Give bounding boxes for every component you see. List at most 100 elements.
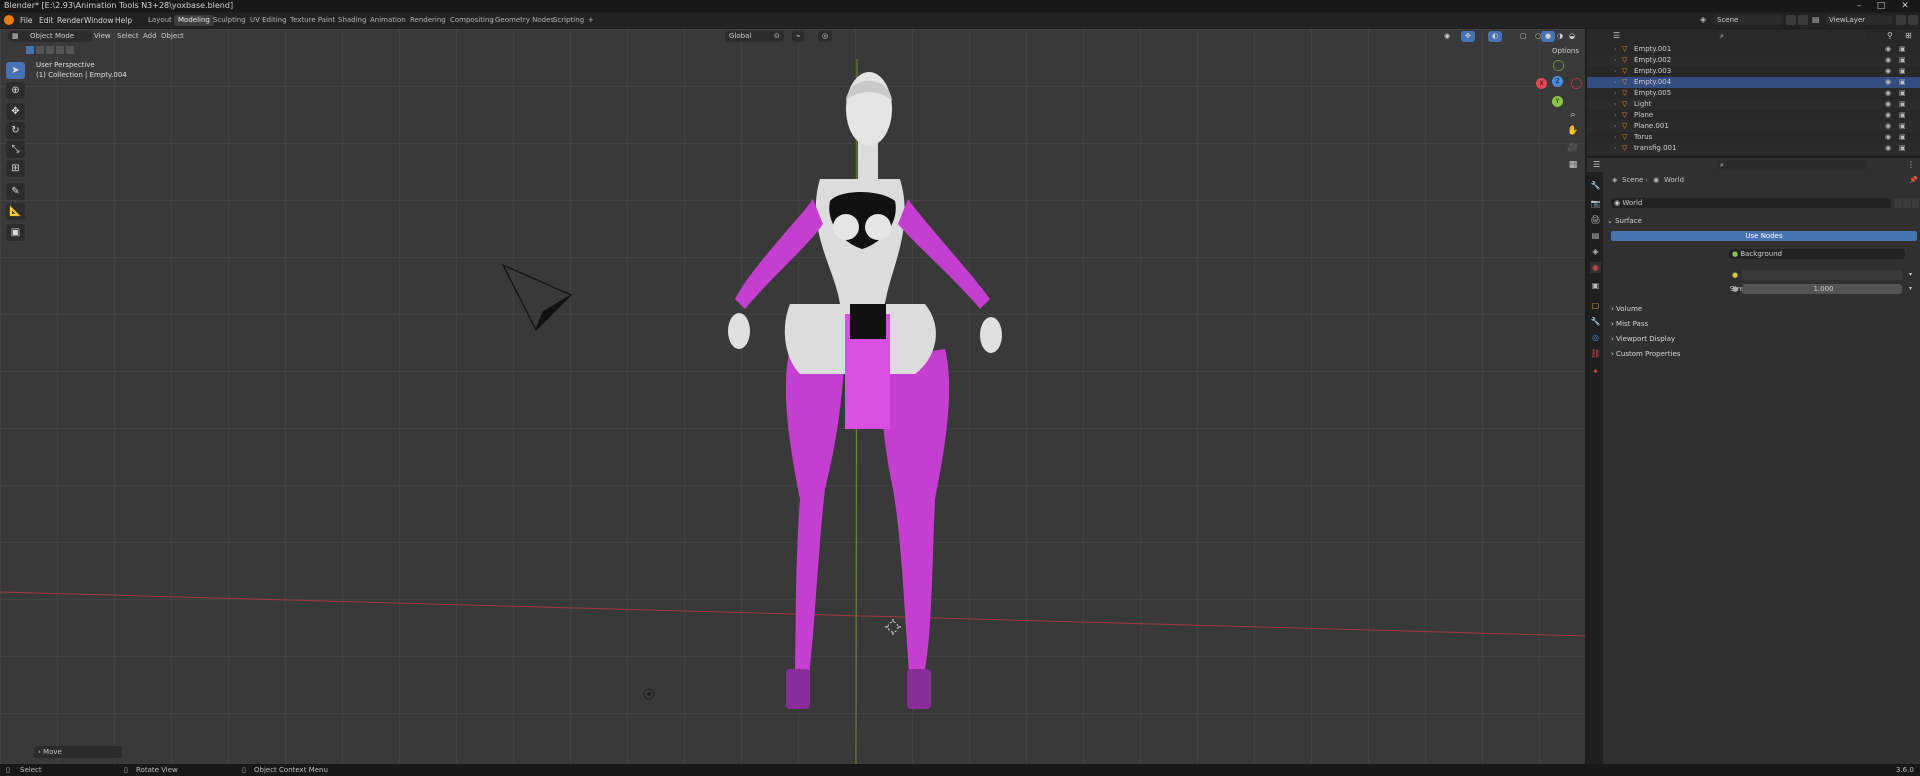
transform-orientation-selector[interactable]: Global bbox=[725, 31, 773, 42]
outliner-row[interactable]: › ▽ Empty.003 ◉ ▣ bbox=[1587, 66, 1920, 77]
menu-object[interactable]: Object bbox=[157, 31, 188, 42]
proportional-editing-icon[interactable]: ◎ bbox=[818, 31, 833, 42]
physics-tab-icon[interactable]: ◎ bbox=[1590, 332, 1601, 343]
data-tab-icon[interactable]: ✦ bbox=[1590, 366, 1601, 377]
scene-selector[interactable]: Scene bbox=[1714, 15, 1782, 25]
outliner-row[interactable]: › ▽ Empty.005 ◉ ▣ bbox=[1587, 88, 1920, 99]
outliner-item-name[interactable]: Empty.004 bbox=[1634, 77, 1671, 88]
gizmo-neg-y-axis[interactable] bbox=[1553, 60, 1564, 71]
render-camera-icon[interactable]: ▣ bbox=[1899, 55, 1906, 66]
render-camera-icon[interactable]: ▣ bbox=[1899, 44, 1906, 55]
expand-arrow-icon[interactable]: › bbox=[1614, 121, 1616, 132]
cursor-tool[interactable]: ⊕ bbox=[6, 82, 25, 99]
select-box-tool[interactable]: ➤ bbox=[6, 62, 25, 79]
outliner-row[interactable]: › ▽ transfig.001 ◉ ▣ bbox=[1587, 143, 1920, 154]
outliner-item-name[interactable]: Plane.001 bbox=[1634, 121, 1669, 132]
menu-edit[interactable]: Edit bbox=[39, 15, 54, 26]
xray-toggle-icon[interactable]: ▢ bbox=[1516, 31, 1531, 42]
gizmo-y-axis[interactable]: Y bbox=[1552, 96, 1563, 107]
outliner-row[interactable]: › ▽ Plane.001 ◉ ▣ bbox=[1587, 121, 1920, 132]
minimize-button[interactable]: – bbox=[1852, 0, 1866, 12]
close-button[interactable]: ✕ bbox=[1898, 0, 1912, 12]
measure-tool[interactable]: 📐 bbox=[6, 203, 25, 220]
menu-help[interactable]: Help bbox=[115, 15, 132, 26]
add-cube-tool[interactable]: ▣ bbox=[6, 224, 25, 241]
viewport-display-panel-header[interactable]: › Viewport Display bbox=[1611, 333, 1917, 345]
render-camera-icon[interactable]: ▣ bbox=[1899, 99, 1906, 110]
render-camera-icon[interactable]: ▣ bbox=[1899, 110, 1906, 121]
strength-field[interactable]: 1.000 bbox=[1742, 284, 1902, 294]
outliner-item-name[interactable]: Plane bbox=[1634, 110, 1653, 121]
visibility-icon[interactable]: ◉ bbox=[1440, 31, 1454, 42]
annotate-tool[interactable]: ✎ bbox=[6, 183, 25, 200]
use-nodes-button[interactable]: Use Nodes bbox=[1611, 231, 1917, 241]
volume-panel-header[interactable]: › Volume bbox=[1611, 303, 1917, 315]
outliner-item-name[interactable]: Empty.001 bbox=[1634, 44, 1671, 55]
blender-logo-icon[interactable] bbox=[4, 15, 14, 25]
visibility-eye-icon[interactable]: ◉ bbox=[1885, 132, 1891, 143]
outliner-item-name[interactable]: Empty.002 bbox=[1634, 55, 1671, 66]
visibility-eye-icon[interactable]: ◉ bbox=[1885, 121, 1891, 132]
breadcrumb-world[interactable]: World bbox=[1664, 176, 1684, 184]
render-camera-icon[interactable]: ▣ bbox=[1899, 88, 1906, 99]
outliner-row[interactable]: › ▽ Empty.001 ◉ ▣ bbox=[1587, 44, 1920, 55]
view-layer-icon[interactable]: ▤ bbox=[1812, 15, 1820, 24]
outliner-row[interactable]: › ▽ Empty.002 ◉ ▣ bbox=[1587, 55, 1920, 66]
output-tab-icon[interactable]: 🖨 bbox=[1590, 214, 1601, 225]
mode-selector[interactable]: Object Mode bbox=[26, 31, 92, 42]
rotate-tool[interactable]: ↻ bbox=[6, 122, 25, 139]
expand-arrow-icon[interactable]: › bbox=[1614, 66, 1616, 77]
view-layer-tab-icon[interactable]: ▤ bbox=[1590, 230, 1601, 241]
ortho-toggle-icon[interactable]: ▦ bbox=[1566, 158, 1580, 172]
render-camera-icon[interactable]: ▣ bbox=[1899, 77, 1906, 88]
last-operator-panel[interactable]: › Move bbox=[34, 746, 122, 758]
outliner-editor-icon[interactable]: ☰ bbox=[1613, 31, 1621, 40]
gizmo-toggle-icon[interactable]: ✥ bbox=[1461, 31, 1475, 42]
gizmo-neg-x-axis[interactable] bbox=[1571, 78, 1582, 89]
visibility-eye-icon[interactable]: ◉ bbox=[1885, 99, 1891, 110]
snap-icon[interactable]: ⌁ bbox=[792, 31, 805, 42]
color-swatch[interactable] bbox=[1742, 270, 1902, 280]
outliner-item-name[interactable]: Torus bbox=[1634, 132, 1652, 143]
workspace-tab-modeling[interactable]: Modeling bbox=[174, 15, 214, 26]
new-scene-icon[interactable] bbox=[1786, 15, 1796, 25]
surface-panel-header[interactable]: ⌄ Surface bbox=[1607, 215, 1917, 227]
surface-shader-field[interactable]: ● Background bbox=[1729, 249, 1905, 259]
rendered-shading-icon[interactable]: ◒ bbox=[1565, 31, 1579, 42]
select-mode-intersect-icon[interactable] bbox=[66, 46, 74, 54]
visibility-eye-icon[interactable]: ◉ bbox=[1885, 88, 1891, 99]
render-camera-icon[interactable]: ▣ bbox=[1899, 66, 1906, 77]
outliner-item-name[interactable]: Empty.003 bbox=[1634, 66, 1671, 77]
world-datablock-field[interactable]: ◉ World bbox=[1611, 198, 1891, 208]
transform-tool[interactable]: ⊞ bbox=[6, 160, 25, 177]
menu-render[interactable]: Render bbox=[57, 15, 84, 26]
workspace-tab-shading[interactable]: Shading bbox=[334, 15, 370, 26]
outliner-item-name[interactable]: Empty.005 bbox=[1634, 88, 1671, 99]
properties-search-input[interactable]: ⌕ bbox=[1717, 160, 1867, 170]
expand-arrow-icon[interactable]: › bbox=[1614, 99, 1616, 110]
expand-arrow-icon[interactable]: › bbox=[1614, 143, 1616, 154]
new-view-layer-icon[interactable] bbox=[1896, 15, 1906, 25]
expand-arrow-icon[interactable]: › bbox=[1614, 110, 1616, 121]
menu-window[interactable]: Window bbox=[84, 15, 114, 26]
outliner-row[interactable]: › ▽ Torus ◉ ▣ bbox=[1587, 132, 1920, 143]
workspace-tab-rendering[interactable]: Rendering bbox=[406, 15, 450, 26]
visibility-eye-icon[interactable]: ◉ bbox=[1885, 44, 1891, 55]
pivot-point-icon[interactable]: ⊙ bbox=[770, 31, 784, 42]
view-layer-selector[interactable]: ViewLayer bbox=[1826, 15, 1892, 25]
workspace-tab-geometry-nodes[interactable]: Geometry Nodes bbox=[491, 15, 558, 26]
gizmo-z-axis[interactable]: Z bbox=[1552, 76, 1563, 87]
workspace-tab-layout[interactable]: Layout bbox=[144, 15, 176, 26]
properties-editor-icon[interactable]: ☰ bbox=[1593, 160, 1600, 169]
custom-properties-panel-header[interactable]: › Custom Properties bbox=[1611, 348, 1917, 360]
render-camera-icon[interactable]: ▣ bbox=[1899, 121, 1906, 132]
workspace-tab-uv-editing[interactable]: UV Editing bbox=[246, 15, 291, 26]
overlay-toggle-icon[interactable]: ◐ bbox=[1488, 31, 1503, 42]
properties-options-icon[interactable]: ⋮ bbox=[1907, 160, 1915, 169]
render-camera-icon[interactable]: ▣ bbox=[1899, 143, 1906, 154]
scale-tool[interactable]: ⤡ bbox=[6, 141, 25, 158]
expand-arrow-icon[interactable]: › bbox=[1614, 55, 1616, 66]
tool-tab-icon[interactable]: 🔧 bbox=[1590, 180, 1601, 191]
breadcrumb-scene[interactable]: Scene bbox=[1622, 176, 1643, 184]
delete-view-layer-icon[interactable] bbox=[1908, 15, 1918, 25]
